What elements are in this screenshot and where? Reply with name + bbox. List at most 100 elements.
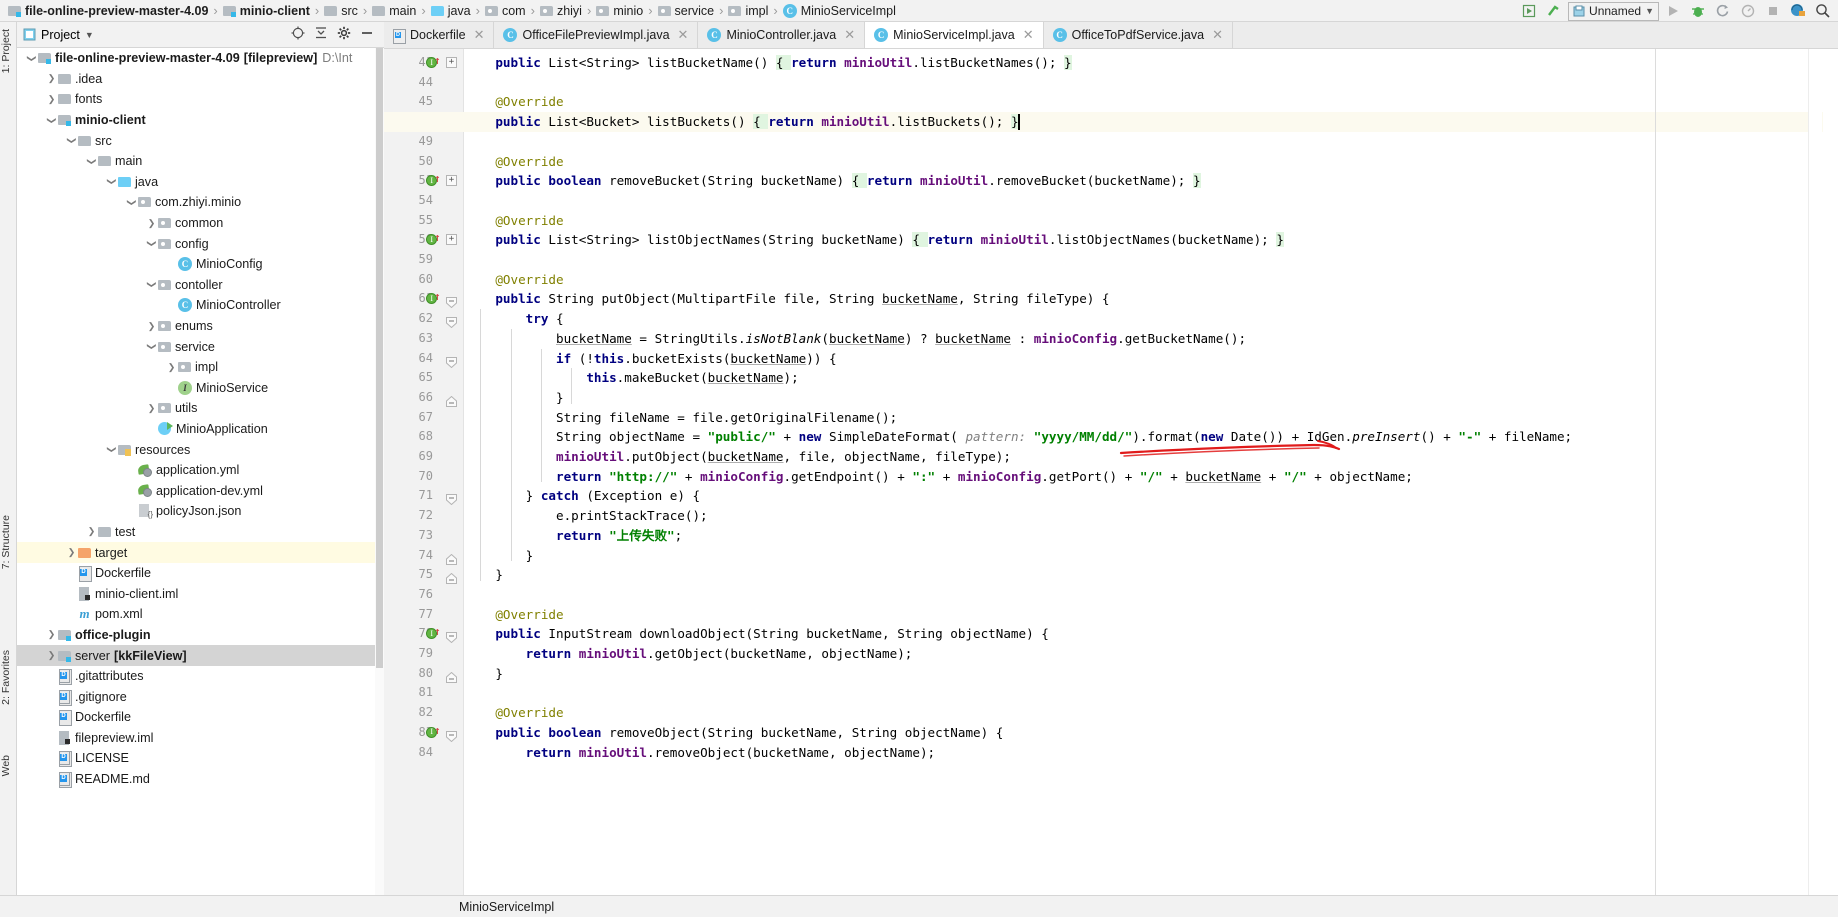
collapse-all-icon[interactable] — [314, 26, 328, 43]
tool-window-favorites[interactable]: 2: Favorites — [0, 647, 17, 708]
implements-method-gutter-icon[interactable]: ↑ — [426, 723, 441, 743]
breadcrumb-item-zhiyi[interactable]: zhiyi — [538, 0, 584, 22]
implements-method-gutter-icon[interactable]: ↑ — [426, 171, 441, 191]
implements-method-gutter-icon[interactable]: ↑ — [426, 230, 441, 250]
close-icon[interactable]: ✕ — [474, 27, 485, 43]
chevron-down-icon[interactable]: ❯ — [86, 155, 97, 168]
tree-item-com-zhiyi-minio[interactable]: ❯ com.zhiyi.minio — [17, 192, 384, 213]
breadcrumb-item-com[interactable]: com — [483, 0, 528, 22]
chevron-down-icon[interactable]: ❯ — [46, 114, 57, 127]
tree-item-enums[interactable]: ❯ enums — [17, 316, 384, 337]
editor-tab-officefilepreviewimpl-java[interactable]: C OfficeFilePreviewImpl.java ✕ — [494, 22, 699, 48]
tree-item-dockerfile[interactable]: Dockerfile — [17, 563, 384, 584]
tree-item-office-plugin[interactable]: ❯ office-plugin — [17, 625, 384, 646]
update-project-icon[interactable] — [1787, 1, 1809, 21]
close-icon[interactable]: ✕ — [844, 27, 855, 43]
chevron-down-icon[interactable]: ❯ — [146, 340, 157, 353]
tree-item-minioservice[interactable]: I MinioService — [17, 378, 384, 399]
breadcrumb-item-java[interactable]: java — [429, 0, 473, 22]
tree-item-application-yml[interactable]: application.yml — [17, 460, 384, 481]
breadcrumb-item-service[interactable]: service — [656, 0, 717, 22]
chevron-right-icon[interactable]: ❯ — [85, 526, 98, 537]
tree-item-miniocontroller[interactable]: C MinioController — [17, 295, 384, 316]
close-icon[interactable]: ✕ — [678, 27, 689, 43]
close-icon[interactable]: ✕ — [1023, 27, 1034, 43]
chevron-down-icon[interactable]: ❯ — [106, 175, 117, 188]
tree-item--gitattributes[interactable]: .gitattributes — [17, 666, 384, 687]
build-icon[interactable] — [1543, 1, 1565, 21]
chevron-right-icon[interactable]: ❯ — [45, 73, 58, 84]
chevron-right-icon[interactable]: ❯ — [165, 362, 178, 373]
locate-icon[interactable] — [291, 26, 305, 43]
chevron-down-icon[interactable]: ❯ — [126, 196, 137, 209]
tree-item-file-online-preview-master-4-09[interactable]: ❯ file-online-preview-master-4.09 [filepre… — [17, 48, 384, 69]
tree-item-src[interactable]: ❯ src — [17, 130, 384, 151]
tree-item-impl[interactable]: ❯ impl — [17, 357, 384, 378]
tree-item-license[interactable]: LICENSE — [17, 748, 384, 769]
chevron-down-icon[interactable]: ❯ — [66, 134, 77, 147]
debug-icon[interactable] — [1687, 1, 1709, 21]
chevron-right-icon[interactable]: ❯ — [45, 94, 58, 105]
implements-method-gutter-icon[interactable]: ↑ — [426, 624, 441, 644]
tree-item-policyjson-json[interactable]: policyJson.json — [17, 501, 384, 522]
code-editor[interactable]: 41↑+444546↑+495051↑+545556↑+596061↑62636… — [384, 49, 1838, 897]
gear-icon[interactable] — [337, 26, 351, 43]
tree-item-resources[interactable]: ❯ resources — [17, 439, 384, 460]
error-stripe-marker-bar[interactable] — [1808, 49, 1822, 897]
tree-item-readme-md[interactable]: README.md — [17, 769, 384, 790]
tree-item-contoller[interactable]: ❯ contoller — [17, 275, 384, 296]
editor-tab-minioserviceimpl-java[interactable]: C MinioServiceImpl.java ✕ — [865, 22, 1044, 48]
breadcrumb-item-file-online-preview-master-4-09[interactable]: file-online-preview-master-4.09 — [6, 0, 210, 22]
editor-tab-miniocontroller-java[interactable]: C MinioController.java ✕ — [698, 22, 866, 48]
tool-window-web[interactable]: Web — [0, 752, 17, 779]
chevron-down-icon[interactable]: ❯ — [106, 443, 117, 456]
tree-item-config[interactable]: ❯ config — [17, 233, 384, 254]
stop-icon[interactable] — [1762, 1, 1784, 21]
profiler-icon[interactable] — [1737, 1, 1759, 21]
search-everywhere-icon[interactable] — [1812, 1, 1834, 21]
tree-item-test[interactable]: ❯ test — [17, 522, 384, 543]
tree-item-minioconfig[interactable]: C MinioConfig — [17, 254, 384, 275]
chevron-right-icon[interactable]: ❯ — [65, 547, 78, 558]
project-tree[interactable]: ❯ file-online-preview-master-4.09 [filepre… — [17, 48, 384, 917]
tree-item-pom-xml[interactable]: m pom.xml — [17, 604, 384, 625]
chevron-right-icon[interactable]: ❯ — [45, 650, 58, 661]
chevron-right-icon[interactable]: ❯ — [145, 218, 158, 229]
tree-item-target[interactable]: ❯ target — [17, 542, 384, 563]
tree-item-minioapplication[interactable]: MinioApplication — [17, 419, 384, 440]
chevron-down-icon[interactable]: ❯ — [146, 237, 157, 250]
implements-method-gutter-icon[interactable]: ↑ — [426, 289, 441, 309]
editor-gutter[interactable]: 41↑+444546↑+495051↑+545556↑+596061↑62636… — [384, 49, 464, 897]
tree-item-utils[interactable]: ❯ utils — [17, 398, 384, 419]
tree-item-service[interactable]: ❯ service — [17, 336, 384, 357]
breadcrumb-item-impl[interactable]: impl — [726, 0, 770, 22]
chevron-right-icon[interactable]: ❯ — [145, 403, 158, 414]
run-configuration-selector[interactable]: Unnamed ▼ — [1568, 1, 1659, 21]
project-structure-icon[interactable] — [1518, 1, 1540, 21]
tree-item-application-dev-yml[interactable]: application-dev.yml — [17, 480, 384, 501]
tree-item-server[interactable]: ❯ server [kkFileView] — [17, 645, 384, 666]
chevron-down-icon[interactable]: ❯ — [146, 278, 157, 291]
close-icon[interactable]: ✕ — [1212, 27, 1223, 43]
editor-tab-officetopdfservice-java[interactable]: C OfficeToPdfService.java ✕ — [1043, 22, 1233, 48]
tree-item--idea[interactable]: ❯ .idea — [17, 69, 384, 90]
tree-item-minio-client[interactable]: ❯ minio-client — [17, 110, 384, 131]
project-tree-scrollbar[interactable] — [375, 48, 384, 917]
chevron-right-icon[interactable]: ❯ — [45, 629, 58, 640]
tree-item-minio-client-iml[interactable]: minio-client.iml — [17, 583, 384, 604]
chevron-right-icon[interactable]: ❯ — [145, 321, 158, 332]
breadcrumb-item-minio-client[interactable]: minio-client — [221, 0, 312, 22]
tool-window-project[interactable]: 1: Project — [0, 26, 17, 76]
chevron-down-icon[interactable]: ▼ — [85, 30, 94, 40]
tree-item-filepreview-iml[interactable]: filepreview.iml — [17, 728, 384, 749]
breadcrumb-item-main[interactable]: main — [370, 0, 418, 22]
tree-item-main[interactable]: ❯ main — [17, 151, 384, 172]
editor-tab-dockerfile[interactable]: Dockerfile ✕ — [384, 22, 495, 48]
editor-code-area[interactable]: public List<String> listBucketName() { r… — [465, 49, 1755, 897]
breadcrumb-item-src[interactable]: src — [322, 0, 360, 22]
tree-item--gitignore[interactable]: .gitignore — [17, 686, 384, 707]
tree-item-common[interactable]: ❯ common — [17, 213, 384, 234]
breadcrumb-item-minioserviceimpl[interactable]: C MinioServiceImpl — [781, 0, 898, 22]
tree-item-dockerfile[interactable]: Dockerfile — [17, 707, 384, 728]
tool-window-structure[interactable]: 7: Structure — [0, 512, 17, 572]
